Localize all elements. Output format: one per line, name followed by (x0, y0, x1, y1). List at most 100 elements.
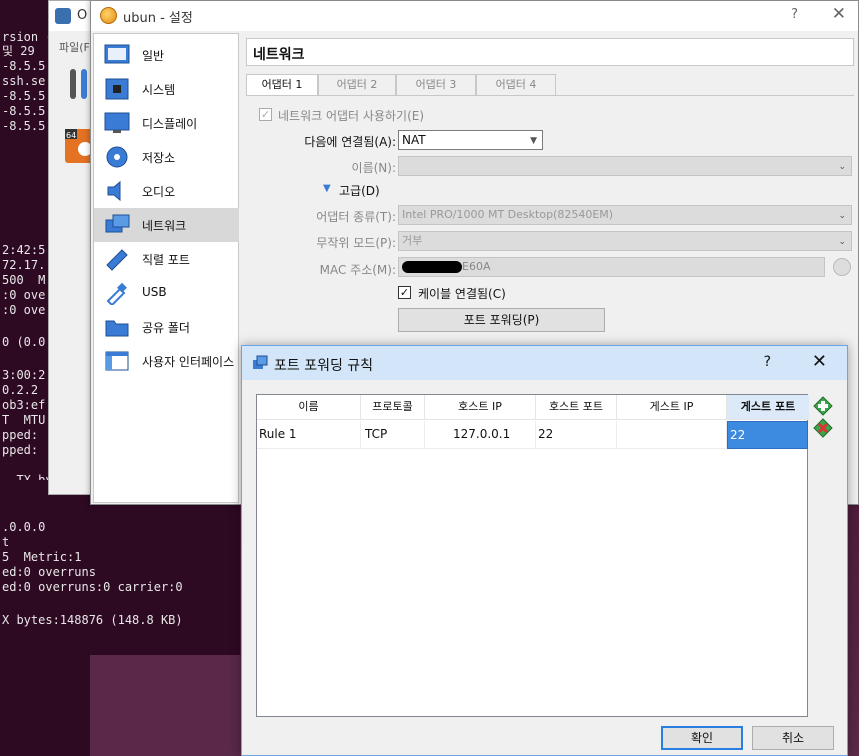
storage-icon (104, 145, 130, 169)
mac-address-label: MAC 주소(M): (319, 263, 396, 277)
terminal-line: -8.5.5 (2, 104, 46, 118)
advanced-toggle[interactable]: 고급(D) (339, 182, 380, 199)
sidebar-item-label: 네트워크 (142, 219, 187, 233)
remove-rule-icon[interactable] (813, 418, 833, 441)
adapter-type-label: 어댑터 종류(T): (316, 210, 396, 224)
add-rule-icon[interactable] (813, 396, 833, 419)
close-button[interactable]: ✕ (832, 4, 846, 24)
rule-name-cell[interactable]: Rule 1 (257, 421, 361, 449)
triangle-down-icon[interactable]: ▼ (323, 183, 331, 194)
name-select[interactable]: ⌄ (398, 156, 852, 176)
tab-adapter-2[interactable]: 어댑터 2 (318, 74, 396, 96)
sidebar-item-storage[interactable]: 저장소 (94, 140, 239, 174)
rule-host-port-cell[interactable]: 22 (536, 421, 617, 449)
sidebar-item-usb[interactable]: USB (94, 276, 239, 310)
rule-protocol-cell[interactable]: TCP (361, 421, 425, 449)
column-header-name[interactable]: 이름 (257, 395, 361, 420)
chevron-down-icon: ▼ (530, 136, 537, 146)
chevron-down-icon: ⌄ (838, 211, 846, 221)
terminal-line: ed:0 overruns:0 carrier:0 (2, 580, 183, 594)
sidebar-item-label: 시스템 (142, 83, 176, 97)
column-header-guest-ip[interactable]: 게스트 IP (617, 395, 727, 420)
rule-guest-ip-cell[interactable] (617, 421, 727, 449)
terminal-line: 0 (0.0 (2, 335, 46, 349)
terminal-line: :0 ove (2, 288, 46, 302)
tab-adapter-4[interactable]: 어댑터 4 (476, 74, 556, 96)
terminal-line: 및 29 (2, 44, 35, 58)
virtualbox-settings-icon (100, 7, 117, 24)
chevron-down-icon: ⌄ (838, 162, 846, 172)
attached-to-select[interactable]: NAT ▼ (398, 130, 543, 150)
terminal-line: X bytes:148876 (148.8 KB) (2, 613, 183, 627)
adapter-tab-body: ✓ 네트워크 어댑터 사용하기(E) 다음에 연결됨(A): NAT ▼ 이름(… (246, 95, 854, 355)
cancel-button[interactable]: 취소 (752, 726, 834, 750)
port-forwarding-button[interactable]: 포트 포워딩(P) (398, 308, 605, 332)
network-icon (104, 213, 130, 237)
terminal-line: -8.5.5 (2, 59, 46, 73)
port-forwarding-titlebar: 포트 포워딩 규칙 ? ✕ (242, 346, 847, 380)
rule-guest-port-cell[interactable]: 22 (727, 421, 808, 449)
settings-title: ubun - 설정 (123, 11, 193, 26)
rule-host-ip-cell[interactable]: 127.0.0.1 (425, 421, 536, 449)
sidebar-item-label: 직렬 포트 (142, 253, 190, 267)
shared-folder-icon (104, 315, 130, 339)
desktop-band (90, 655, 250, 756)
port-forwarding-dialog: 포트 포워딩 규칙 ? ✕ 이름 프로토콜 호스트 IP 호스트 포트 게스트 … (241, 345, 848, 756)
terminal-lower-area: .0.0.0 t 5 Metric:1 ed:0 overruns ed:0 o… (0, 480, 240, 670)
enable-adapter-label: 네트워크 어댑터 사용하기(E) (278, 109, 425, 123)
terminal-line: 2:42:5 (2, 243, 46, 257)
general-icon (104, 43, 130, 67)
sidebar-item-user-interface[interactable]: 사용자 인터페이스 (94, 344, 239, 378)
mac-address-field[interactable]: E60A (398, 257, 825, 277)
column-header-protocol[interactable]: 프로토콜 (361, 395, 425, 420)
help-button[interactable]: ? (791, 7, 798, 22)
terminal-line: 0.2.2 (2, 383, 39, 397)
adapter-type-select[interactable]: Intel PRO/1000 MT Desktop(82540EM) ⌄ (398, 205, 852, 225)
terminal-line: t (2, 535, 10, 549)
sidebar-item-label: 오디오 (142, 185, 176, 199)
sidebar-item-label: 공유 폴더 (142, 321, 190, 335)
tab-adapter-1[interactable]: 어댑터 1 (246, 74, 318, 97)
enable-adapter-checkbox[interactable]: ✓ (259, 108, 272, 121)
terminal-line: .0.0.0 (2, 520, 46, 534)
display-icon (104, 111, 130, 135)
refresh-mac-icon[interactable] (833, 258, 851, 276)
svg-text:64: 64 (66, 131, 76, 140)
sidebar-item-display[interactable]: 디스플레이 (94, 106, 239, 140)
terminal-line: pped: (2, 428, 39, 442)
attached-to-label: 다음에 연결됨(A): (304, 135, 396, 149)
sidebar-item-serial-port[interactable]: 직렬 포트 (94, 242, 239, 276)
rule-actions (811, 396, 835, 444)
terminal-line: 500 M (2, 273, 46, 287)
terminal-line: 72.17. (2, 258, 46, 272)
sidebar-item-label: 디스플레이 (142, 117, 198, 131)
sidebar-item-shared-folders[interactable]: 공유 폴더 (94, 310, 239, 344)
terminal-line: -8.5.5 (2, 119, 46, 133)
terminal-line: ed:0 overruns (2, 565, 96, 579)
promiscuous-mode-select[interactable]: 거부 ⌄ (398, 231, 852, 251)
column-header-host-port[interactable]: 호스트 포트 (536, 395, 617, 420)
settings-sidebar: 일반 시스템 디스플레이 저장소 오디오 네트워크 직렬 포트 USB 공유 폴… (93, 33, 239, 503)
promiscuous-mode-label: 무작위 모드(P): (316, 236, 396, 250)
port-forwarding-title: 포트 포워딩 규칙 (274, 358, 374, 374)
close-button[interactable]: ✕ (812, 351, 827, 372)
sidebar-item-network[interactable]: 네트워크 (94, 208, 239, 242)
sidebar-item-label: 저장소 (142, 151, 176, 165)
sidebar-item-audio[interactable]: 오디오 (94, 174, 239, 208)
column-header-host-ip[interactable]: 호스트 IP (425, 395, 536, 420)
manager-menu-file[interactable]: 파일(F (59, 39, 90, 55)
sidebar-item-system[interactable]: 시스템 (94, 72, 239, 106)
terminal-line: ssh.se (2, 74, 46, 88)
audio-icon (104, 179, 130, 203)
promiscuous-mode-value: 거부 (402, 234, 423, 247)
chevron-down-icon: ⌄ (838, 237, 846, 247)
sidebar-item-general[interactable]: 일반 (94, 38, 239, 72)
terminal-line: 3:00:2 (2, 368, 46, 382)
column-header-guest-port[interactable]: 게스트 포트 (727, 395, 809, 420)
user-interface-icon (104, 349, 130, 373)
ok-button[interactable]: 확인 (661, 726, 743, 750)
help-button[interactable]: ? (764, 354, 771, 370)
tab-adapter-3[interactable]: 어댑터 3 (396, 74, 476, 96)
sidebar-item-label: 일반 (142, 49, 165, 63)
cable-connected-checkbox[interactable]: ✓ (398, 286, 411, 299)
